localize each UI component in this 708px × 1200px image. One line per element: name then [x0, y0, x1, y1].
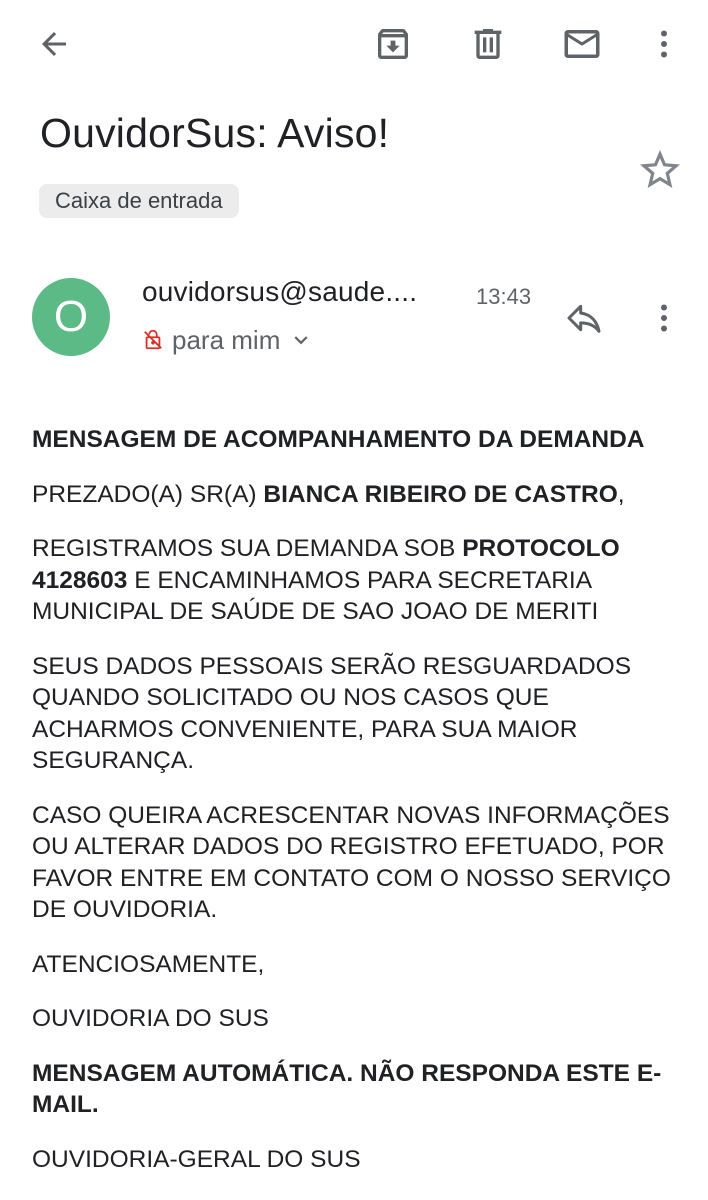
body-closing: ATENCIOSAMENTE, — [32, 950, 265, 978]
message-more-button[interactable] — [636, 290, 692, 346]
body-paragraph-protocol: REGISTRAMOS SUA DEMANDA SOB PROTOCOLO 41… — [32, 535, 620, 625]
chevron-down-icon — [294, 336, 308, 345]
archive-icon — [378, 29, 408, 59]
reply-button[interactable] — [556, 290, 612, 346]
more-options-button[interactable] — [636, 16, 692, 72]
inbox-label-chip[interactable]: Caixa de entrada — [39, 184, 239, 218]
more-vert-icon — [661, 30, 667, 58]
recipient-name: BIANCA RIBEIRO DE CASTRO — [263, 480, 618, 508]
avatar-letter: O — [53, 292, 89, 341]
email-body: MENSAGEM DE ACOMPANHAMENTO DA DEMANDA PR… — [32, 424, 682, 1198]
recipient-label: para mim — [172, 324, 281, 355]
body-auto-notice: MENSAGEM AUTOMÁTICA. NÃO RESPONDA ESTE E… — [32, 1059, 662, 1119]
trash-icon — [474, 29, 502, 59]
back-button[interactable] — [26, 16, 82, 72]
sender-address[interactable]: ouvidorsus@saude.... — [142, 276, 417, 308]
mail-icon — [564, 30, 600, 58]
star-outline-icon — [640, 150, 680, 188]
arrow-back-icon — [42, 32, 66, 56]
body-paragraph-contact: CASO QUEIRA ACRESCENTAR NOVAS INFORMAÇÕE… — [32, 801, 671, 924]
sender-avatar[interactable]: O — [32, 278, 110, 356]
more-vert-icon — [661, 304, 667, 332]
body-signature: OUVIDORIA DO SUS — [32, 1005, 269, 1032]
email-view: OuvidorSus: Aviso! Caixa de entrada O ou… — [0, 0, 708, 1200]
body-paragraph-privacy: SEUS DADOS PESSOAIS SERÃO RESGUARDADOS Q… — [32, 652, 632, 775]
reply-icon — [567, 304, 601, 333]
body-heading: MENSAGEM DE ACOMPANHAMENTO DA DEMANDA — [32, 426, 645, 453]
archive-button[interactable] — [365, 16, 421, 72]
delete-button[interactable] — [460, 16, 516, 72]
body-greeting: PREZADO(A) SR(A) BIANCA RIBEIRO DE CASTR… — [32, 480, 625, 508]
body-footer: OUVIDORIA-GERAL DO SUS — [32, 1145, 361, 1173]
unencrypted-lock-icon — [144, 329, 162, 350]
mark-unread-button[interactable] — [554, 16, 610, 72]
star-button[interactable] — [636, 146, 684, 194]
email-time: 13:43 — [476, 284, 532, 309]
recipient-toggle[interactable]: para mim — [142, 323, 314, 357]
email-subject: OuvidorSus: Aviso! — [40, 110, 390, 156]
top-toolbar — [0, 0, 708, 88]
